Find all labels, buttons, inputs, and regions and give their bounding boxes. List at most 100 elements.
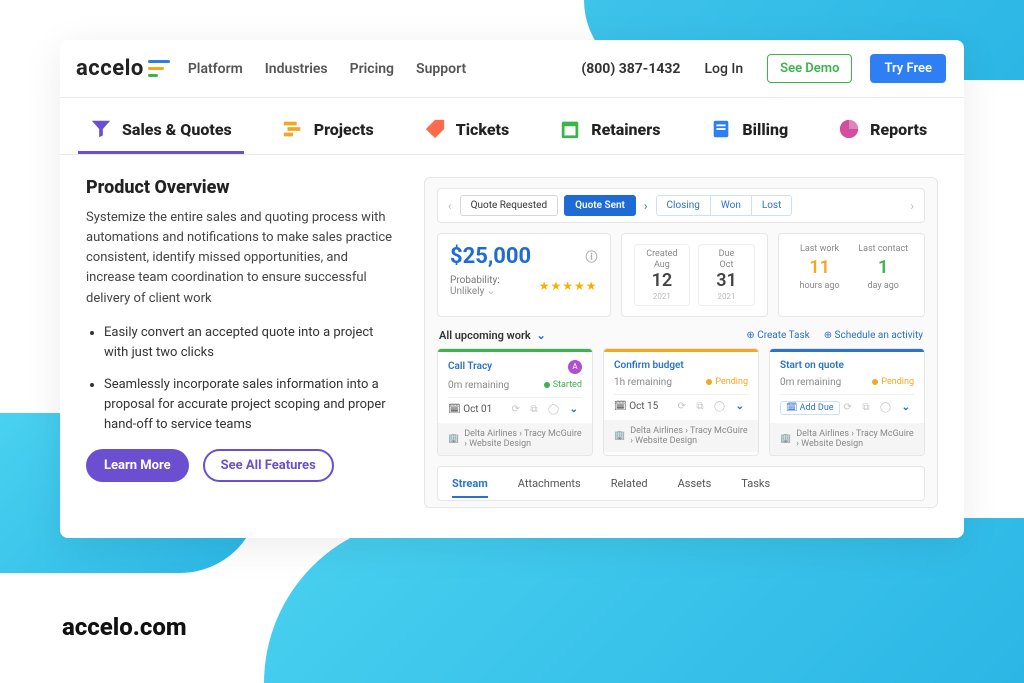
module-tabs: Sales & Quotes Projects Tickets Retainer… xyxy=(60,98,964,155)
tab-tasks[interactable]: Tasks xyxy=(741,477,770,498)
invoice-icon xyxy=(710,118,732,140)
footer-url: accelo.com xyxy=(62,613,187,641)
amount-card: $25,000 ⓘ Probability: Unlikely ⌄ ★★★★★ xyxy=(437,233,611,317)
task-title: Start on quote xyxy=(780,360,844,371)
module-label: Tickets xyxy=(456,120,510,139)
created-date: Created Aug 12 2021 xyxy=(634,244,691,306)
stage-won[interactable]: Won xyxy=(711,196,752,215)
tag-icon xyxy=(424,118,446,140)
overview-body: Systemize the entire sales and quoting p… xyxy=(86,208,396,309)
task-action-icons[interactable]: ⟳ ⧉ ◯ ⌄ xyxy=(677,401,748,412)
tab-related[interactable]: Related xyxy=(611,477,648,498)
try-free-button[interactable]: Try Free xyxy=(870,54,946,83)
task-title: Confirm budget xyxy=(614,360,684,371)
overview-bullet: Easily convert an accepted quote into a … xyxy=(104,323,396,363)
task-due: 🗓 Oct 01 xyxy=(448,404,492,415)
building-icon: 🏢 xyxy=(780,434,791,444)
overview-bullet: Seamlessly incorporate sales information… xyxy=(104,375,396,435)
task-status: Pending xyxy=(881,377,914,387)
see-demo-button[interactable]: See Demo xyxy=(767,54,852,83)
star-rating[interactable]: ★★★★★ xyxy=(539,279,598,293)
task-action-icons[interactable]: ⟳ ⧉ ◯ ⌄ xyxy=(843,402,914,413)
phone-number[interactable]: (800) 387-1432 xyxy=(581,61,680,77)
see-all-features-button[interactable]: See All Features xyxy=(203,449,334,482)
module-label: Projects xyxy=(314,120,374,139)
stage-group: Closing Won Lost xyxy=(656,195,793,216)
module-label: Billing xyxy=(742,120,788,139)
module-reports[interactable]: Reports xyxy=(834,108,931,154)
stage-quote-requested[interactable]: Quote Requested xyxy=(460,195,559,216)
task-meta: Delta Airlines › Tracy McGuire › Website… xyxy=(464,429,582,449)
task-card[interactable]: Start on quote 0m remaining Pending 🗓 Add… xyxy=(769,348,925,456)
task-meta: Delta Airlines › Tracy McGuire › Website… xyxy=(796,429,914,449)
task-remaining: 0m remaining xyxy=(448,380,509,391)
probability-value[interactable]: Unlikely xyxy=(450,286,484,297)
work-header: All upcoming work ⌄ Create Task Schedule… xyxy=(437,329,925,342)
tab-attachments[interactable]: Attachments xyxy=(518,477,581,498)
building-icon: 🏢 xyxy=(448,434,459,444)
building-icon: 🏢 xyxy=(614,431,625,441)
main-nav: Platform Industries Pricing Support xyxy=(188,61,466,77)
tab-stream[interactable]: Stream xyxy=(452,477,488,498)
last-contact-value: 1 xyxy=(854,257,912,278)
task-remaining: 0m remaining xyxy=(780,377,841,388)
top-navbar: accelo Platform Industries Pricing Suppo… xyxy=(60,40,964,98)
chevron-right-end-icon[interactable]: › xyxy=(908,199,916,213)
overview-heading: Product Overview xyxy=(86,177,396,198)
module-label: Reports xyxy=(870,120,927,139)
page-card: accelo Platform Industries Pricing Suppo… xyxy=(60,40,964,538)
module-billing[interactable]: Billing xyxy=(706,108,792,154)
login-link[interactable]: Log In xyxy=(698,61,749,77)
add-due-button[interactable]: 🗓 Add Due xyxy=(780,401,840,415)
task-meta: Delta Airlines › Tracy McGuire › Website… xyxy=(630,426,748,446)
calendar-refresh-icon xyxy=(559,118,581,140)
task-remaining: 1h remaining xyxy=(614,377,672,388)
info-icon[interactable]: ⓘ xyxy=(586,248,598,265)
task-card[interactable]: Confirm budget 1h remaining Pending 🗓 Oct… xyxy=(603,348,759,456)
task-status: Pending xyxy=(715,377,748,387)
task-due: 🗓 Oct 15 xyxy=(614,401,658,412)
due-date: Due Oct 31 2021 xyxy=(698,244,755,306)
upcoming-work-filter[interactable]: All upcoming work xyxy=(439,329,531,342)
module-retainers[interactable]: Retainers xyxy=(555,108,664,154)
logo-text: accelo xyxy=(76,56,144,81)
nav-industries[interactable]: Industries xyxy=(265,61,328,77)
schedule-activity-link[interactable]: Schedule an activity xyxy=(824,330,923,341)
stage-row: ‹ Quote Requested Quote Sent › Closing W… xyxy=(437,188,925,223)
chevron-left-icon[interactable]: ‹ xyxy=(446,199,454,213)
gantt-icon xyxy=(282,118,304,140)
nav-platform[interactable]: Platform xyxy=(188,61,243,77)
funnel-icon xyxy=(90,118,112,140)
task-status: Started xyxy=(553,380,582,390)
deal-amount: $25,000 xyxy=(450,244,531,269)
chevron-down-icon[interactable]: ⌄ xyxy=(534,329,546,342)
stage-lost[interactable]: Lost xyxy=(752,196,792,215)
logo[interactable]: accelo xyxy=(70,56,170,81)
create-task-link[interactable]: Create Task xyxy=(746,330,809,341)
detail-tabs: Stream Attachments Related Assets Tasks xyxy=(437,466,925,501)
task-card[interactable]: Call Tracy A 0m remaining Started 🗓 Oct 01… xyxy=(437,348,593,456)
module-projects[interactable]: Projects xyxy=(278,108,378,154)
dates-card: Created Aug 12 2021 Due Oct 31 2021 xyxy=(621,233,768,317)
nav-support[interactable]: Support xyxy=(416,61,466,77)
task-action-icons[interactable]: ⟳ ⧉ ◯ ⌄ xyxy=(511,404,582,415)
chevron-right-icon[interactable]: › xyxy=(642,199,650,213)
activity-card: Last work 11 hours ago Last contact 1 da… xyxy=(778,233,925,317)
chevron-down-icon[interactable]: ⌄ xyxy=(487,286,495,297)
tab-assets[interactable]: Assets xyxy=(678,477,712,498)
last-work-value: 11 xyxy=(791,257,849,278)
pie-chart-icon xyxy=(838,118,860,140)
app-preview: ‹ Quote Requested Quote Sent › Closing W… xyxy=(424,177,938,508)
overview-panel: Product Overview Systemize the entire sa… xyxy=(86,177,396,508)
nav-pricing[interactable]: Pricing xyxy=(350,61,394,77)
module-label: Sales & Quotes xyxy=(122,120,232,139)
stage-quote-sent[interactable]: Quote Sent xyxy=(564,195,636,216)
task-title: Call Tracy xyxy=(448,361,492,372)
learn-more-button[interactable]: Learn More xyxy=(86,449,189,482)
avatar: A xyxy=(568,360,582,374)
stage-closing[interactable]: Closing xyxy=(657,196,711,215)
module-tickets[interactable]: Tickets xyxy=(420,108,514,154)
module-label: Retainers xyxy=(591,120,660,139)
probability-label: Probability: xyxy=(450,275,500,286)
module-sales-quotes[interactable]: Sales & Quotes xyxy=(86,108,236,154)
